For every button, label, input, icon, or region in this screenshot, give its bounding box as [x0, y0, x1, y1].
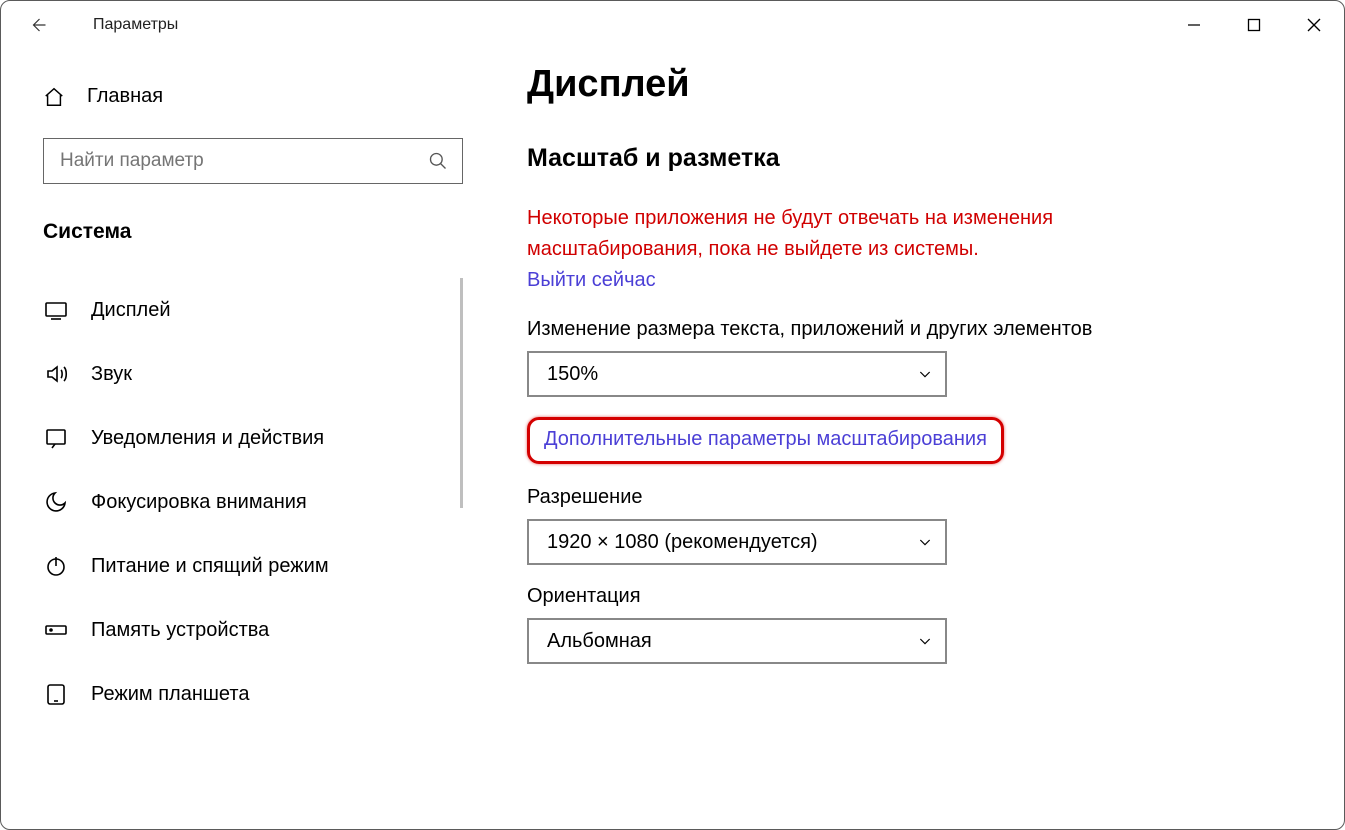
notifications-icon: [43, 426, 69, 450]
sidebar-item-label: Фокусировка внимания: [91, 491, 307, 514]
window-title: Параметры: [93, 16, 178, 34]
advanced-scaling-highlight: Дополнительные параметры масштабирования: [527, 417, 1004, 464]
power-icon: [43, 554, 69, 578]
search-icon: [428, 151, 448, 171]
sidebar-item-focus[interactable]: Фокусировка внимания: [43, 470, 463, 534]
focus-icon: [43, 490, 69, 514]
sidebar-item-label: Уведомления и действия: [91, 427, 324, 450]
sidebar-item-label: Режим планшета: [91, 683, 249, 706]
sidebar-nav-list: Дисплей Звук Уведомления и действия: [43, 268, 463, 726]
sidebar-item-power[interactable]: Питание и спящий режим: [43, 534, 463, 598]
sidebar: Главная Система Дисплей: [1, 49, 491, 829]
sidebar-section-title: Система: [43, 220, 463, 244]
back-button[interactable]: [19, 6, 57, 44]
tablet-icon: [43, 682, 69, 706]
sidebar-item-storage[interactable]: Память устройства: [43, 598, 463, 662]
scale-label: Изменение размера текста, приложений и д…: [527, 318, 1314, 341]
orientation-value: Альбомная: [547, 630, 917, 653]
sidebar-home-label: Главная: [87, 85, 163, 108]
page-title: Дисплей: [527, 63, 1314, 106]
sidebar-item-display[interactable]: Дисплей: [43, 278, 463, 342]
resolution-combo[interactable]: 1920 × 1080 (рекомендуется): [527, 519, 947, 565]
chevron-down-icon: [917, 366, 933, 382]
maximize-button[interactable]: [1224, 1, 1284, 49]
search-field[interactable]: [58, 149, 428, 173]
home-icon: [43, 86, 65, 108]
scale-warning-text: Некоторые приложения не будут отвечать н…: [527, 203, 1127, 265]
sidebar-item-sound[interactable]: Звук: [43, 342, 463, 406]
scale-combo[interactable]: 150%: [527, 351, 947, 397]
signout-link[interactable]: Выйти сейчас: [527, 269, 656, 292]
sidebar-item-label: Питание и спящий режим: [91, 555, 329, 578]
sound-icon: [43, 362, 69, 386]
titlebar: Параметры: [1, 1, 1344, 49]
sidebar-item-notifications[interactable]: Уведомления и действия: [43, 406, 463, 470]
scale-value: 150%: [547, 363, 917, 386]
scale-section-heading: Масштаб и разметка: [527, 144, 1314, 173]
resolution-label: Разрешение: [527, 486, 1314, 509]
search-input[interactable]: [43, 138, 463, 184]
sidebar-item-label: Память устройства: [91, 619, 269, 642]
window-controls: [1164, 1, 1344, 49]
advanced-scaling-link[interactable]: Дополнительные параметры масштабирования: [544, 428, 987, 450]
storage-icon: [43, 618, 69, 642]
sidebar-item-label: Дисплей: [91, 299, 171, 322]
orientation-combo[interactable]: Альбомная: [527, 618, 947, 664]
chevron-down-icon: [917, 633, 933, 649]
main-content: Дисплей Масштаб и разметка Некоторые при…: [491, 49, 1344, 829]
sidebar-item-tablet[interactable]: Режим планшета: [43, 662, 463, 726]
close-button[interactable]: [1284, 1, 1344, 49]
settings-window: Параметры Главная: [0, 0, 1345, 830]
sidebar-item-label: Звук: [91, 363, 132, 386]
orientation-label: Ориентация: [527, 585, 1314, 608]
sidebar-item-home[interactable]: Главная: [43, 85, 463, 108]
resolution-value: 1920 × 1080 (рекомендуется): [547, 531, 917, 554]
minimize-button[interactable]: [1164, 1, 1224, 49]
chevron-down-icon: [917, 534, 933, 550]
display-icon: [43, 298, 69, 322]
